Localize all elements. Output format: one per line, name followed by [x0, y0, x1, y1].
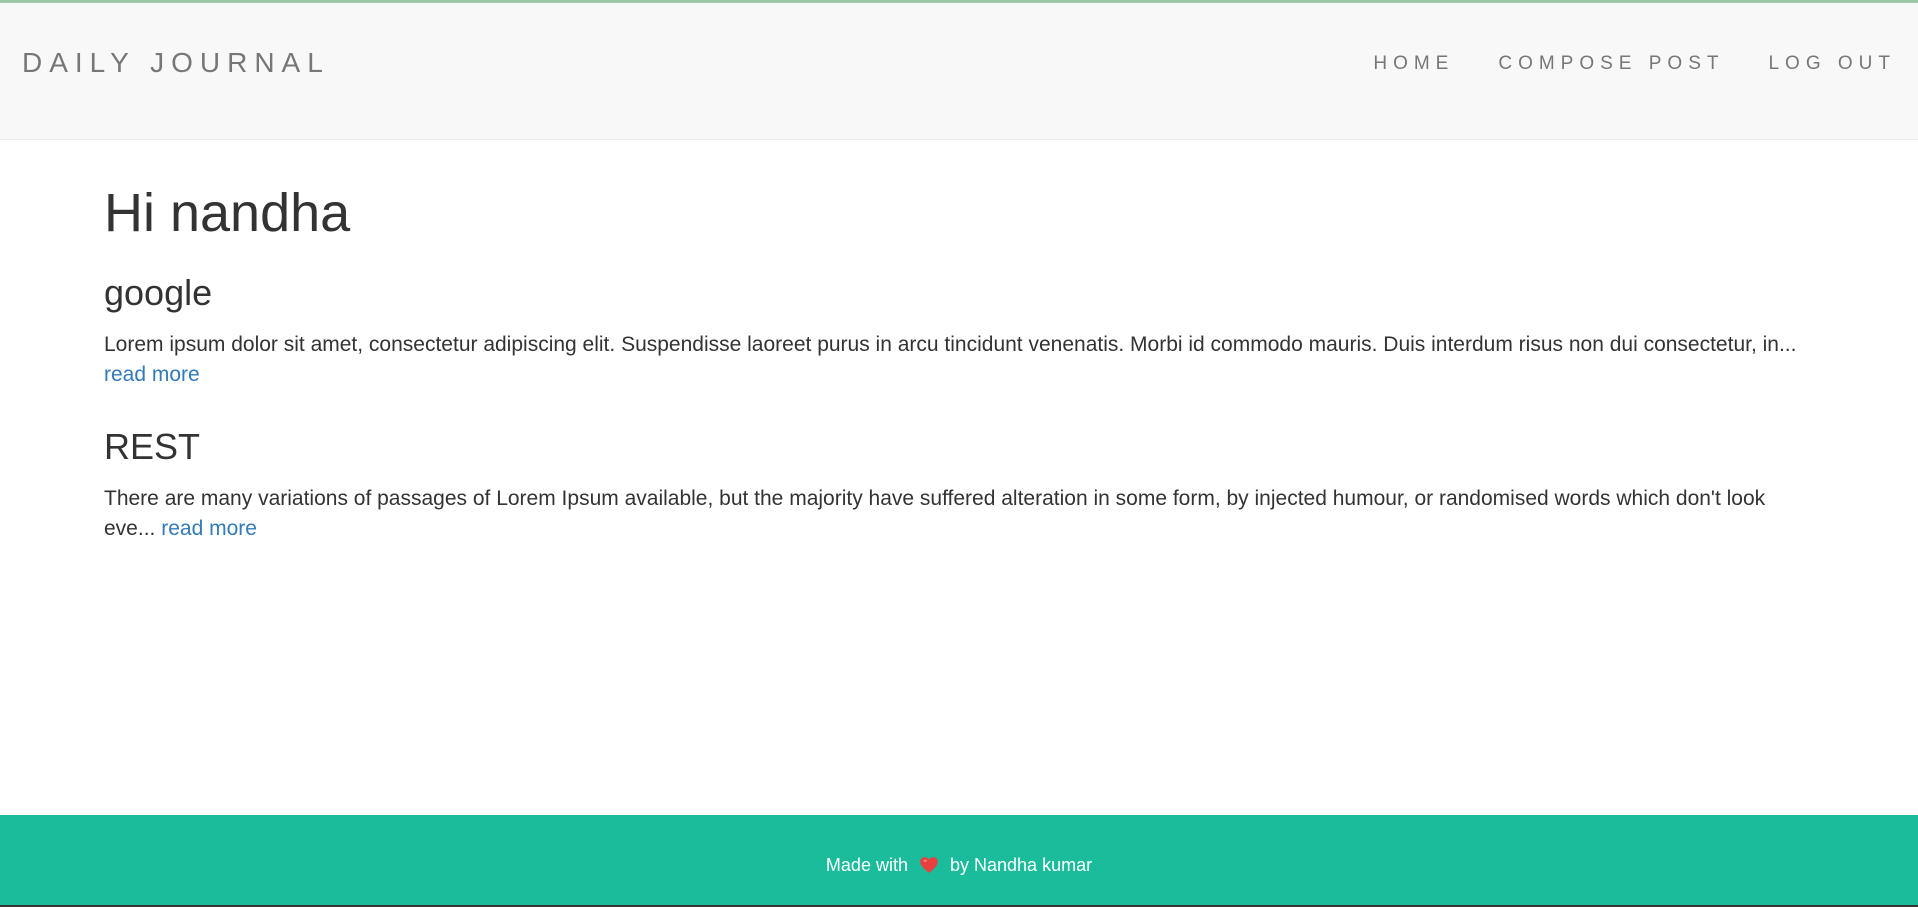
footer-suffix: by Nandha kumar [950, 855, 1093, 875]
post-excerpt: There are many variations of passages of… [104, 484, 1804, 544]
post-excerpt-text: Lorem ipsum dolor sit amet, consectetur … [104, 333, 1797, 356]
nav-compose-post-link[interactable]: COMPOSE POST [1498, 53, 1724, 75]
nav-log-out-link[interactable]: LOG OUT [1768, 53, 1896, 75]
post-title: google [104, 272, 213, 313]
navbar: DAILY JOURNAL HOME COMPOSE POST LOG OUT [0, 3, 1918, 140]
nav-home-link[interactable]: HOME [1373, 53, 1454, 75]
footer: Made with by Nandha kumar [0, 815, 1918, 907]
post-item: google Lorem ipsum dolor sit amet, conse… [104, 270, 1804, 390]
brand-link[interactable]: DAILY JOURNAL [22, 47, 330, 79]
heart-icon [920, 857, 938, 873]
read-more-link[interactable]: read more [161, 517, 257, 540]
post-item: REST There are many variations of passag… [104, 424, 1804, 544]
read-more-link[interactable]: read more [104, 363, 200, 386]
main-content: Hi nandha google Lorem ipsum dolor sit a… [104, 140, 1804, 544]
post-excerpt: Lorem ipsum dolor sit amet, consectetur … [104, 330, 1804, 390]
post-excerpt-text: There are many variations of passages of… [104, 487, 1766, 540]
footer-credit: Made with by Nandha kumar [0, 855, 1918, 876]
nav-links: HOME COMPOSE POST LOG OUT [1329, 53, 1896, 75]
footer-prefix: Made with [825, 855, 908, 875]
post-title: REST [104, 426, 201, 467]
greeting-heading: Hi nandha [104, 183, 351, 243]
